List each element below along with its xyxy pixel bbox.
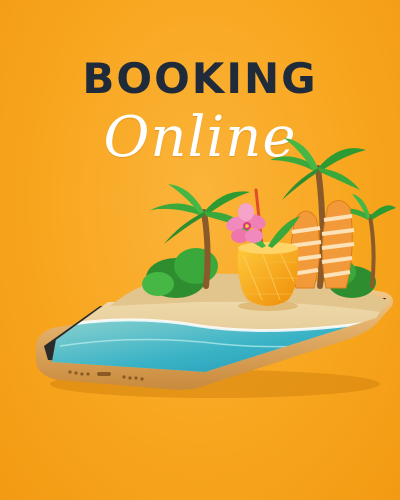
hibiscus-flower-icon (226, 203, 266, 243)
booking-poster: BOOKING Online (0, 0, 400, 500)
beach-phone-illustration (36, 138, 396, 398)
